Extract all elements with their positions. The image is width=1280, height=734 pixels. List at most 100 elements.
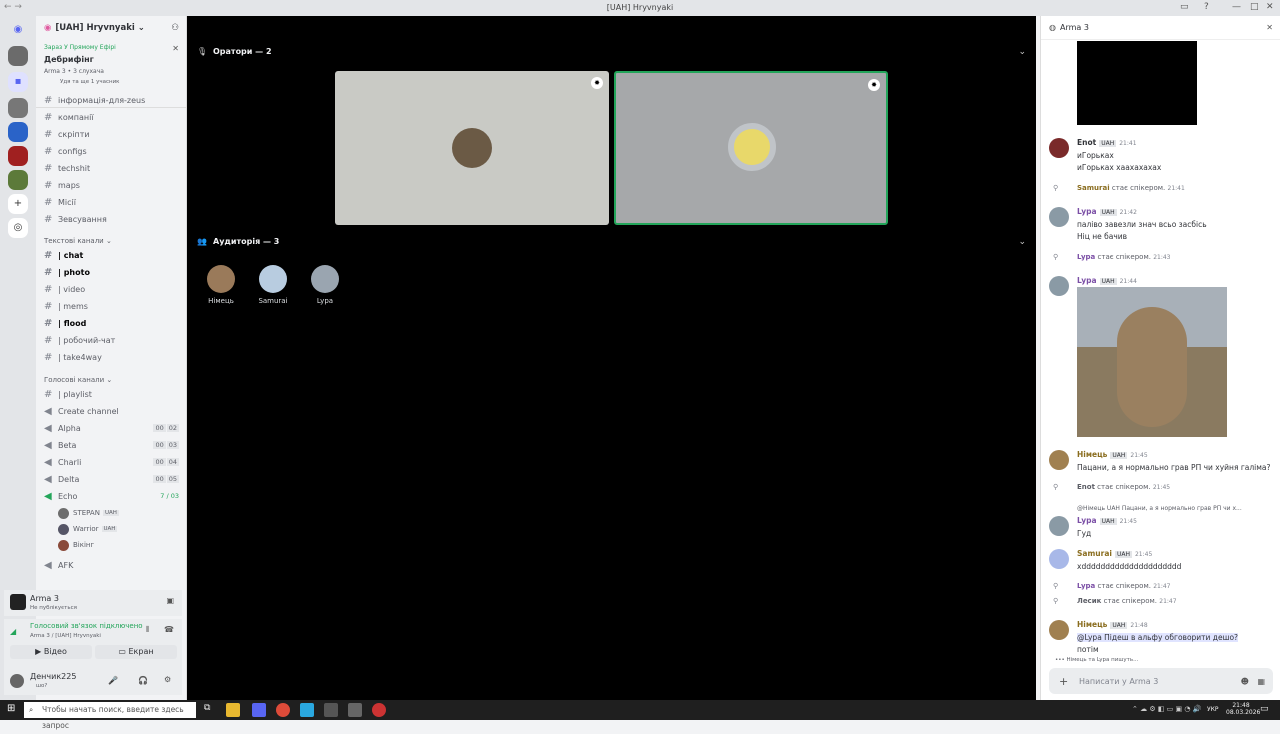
- chevron-down-icon[interactable]: ⌄: [1018, 47, 1026, 57]
- language-indicator[interactable]: УКР: [1207, 706, 1219, 713]
- text-channel-work[interactable]: # | робочий-чат: [40, 332, 183, 348]
- activity-panel: Arma 3 Не публікується ▣: [4, 590, 182, 616]
- chrome-icon[interactable]: [276, 703, 290, 717]
- channel-item[interactable]: # Місії: [40, 194, 183, 210]
- plus-icon[interactable]: +: [1059, 675, 1068, 688]
- hash-icon: #: [44, 213, 53, 225]
- disconnect-icon[interactable]: ☎: [164, 625, 174, 634]
- channel-item[interactable]: # configs: [40, 143, 183, 159]
- avatar[interactable]: [10, 674, 24, 688]
- audience-member[interactable]: Samurai: [253, 265, 293, 305]
- stage-meta: Arma 3 • 3 слухача: [44, 68, 104, 75]
- text-category[interactable]: Текстові канали ⌄: [44, 237, 112, 245]
- inbox-icon[interactable]: ▭: [1180, 2, 1189, 12]
- close-button[interactable]: ✕: [1266, 2, 1274, 12]
- maximize-button[interactable]: □: [1250, 2, 1259, 12]
- signal-icon: ◢: [10, 627, 17, 636]
- file-explorer-icon[interactable]: [226, 703, 240, 717]
- avatar[interactable]: [1049, 516, 1069, 536]
- moderator-icon: ✸: [868, 79, 880, 91]
- chevron-down-icon[interactable]: ⌄: [1018, 237, 1026, 247]
- stream-icon[interactable]: ▣: [166, 596, 174, 605]
- app-icon[interactable]: [348, 703, 362, 717]
- avatar[interactable]: [1049, 549, 1069, 569]
- notification-icon[interactable]: ▭: [1260, 704, 1269, 714]
- apps-icon[interactable]: ▦: [1257, 677, 1265, 686]
- discover-icon[interactable]: ◎: [8, 218, 28, 238]
- voice-category[interactable]: Голосові канали ⌄: [44, 376, 112, 384]
- image-attachment[interactable]: [1077, 41, 1197, 125]
- voice-channel-delta[interactable]: ◀ Delta 00 05: [40, 471, 183, 487]
- avatar[interactable]: [1049, 620, 1069, 640]
- help-icon[interactable]: ?: [1204, 2, 1209, 12]
- text-channel-flood[interactable]: # | flood: [40, 315, 183, 331]
- voice-channel-charli[interactable]: ◀ Charli 00 04: [40, 454, 183, 470]
- headphones-icon[interactable]: 🎧: [138, 676, 148, 685]
- server-icon[interactable]: [8, 46, 28, 66]
- add-server-icon[interactable]: +: [8, 194, 28, 214]
- task-view-icon[interactable]: ⧉: [204, 703, 210, 713]
- hash-icon: #: [44, 94, 53, 106]
- noise-suppression-icon[interactable]: ⦀: [146, 625, 150, 635]
- channel-item[interactable]: # скріпти: [40, 126, 183, 142]
- voice-channel-alpha[interactable]: ◀ Alpha 00 02: [40, 420, 183, 436]
- hash-icon: #: [44, 388, 53, 400]
- emoji-icon[interactable]: ☻: [1241, 677, 1249, 686]
- clock[interactable]: 21:48 08.03.2026: [1226, 702, 1260, 716]
- text-channel-photo[interactable]: # | photo: [40, 264, 183, 280]
- voice-channel-afk[interactable]: ◀ AFK: [40, 557, 183, 573]
- voice-channel-beta[interactable]: ◀ Beta 00 03: [40, 437, 183, 453]
- app-icon[interactable]: [300, 703, 314, 717]
- close-icon[interactable]: ✕: [1266, 23, 1273, 32]
- discord-home-icon[interactable]: ◉: [8, 20, 28, 40]
- game-icon: [10, 594, 26, 610]
- speaker-tile[interactable]: ✸: [335, 71, 609, 225]
- voice-channel-create[interactable]: ◀ Create channel: [40, 403, 183, 419]
- voice-user[interactable]: STEPAN UAH: [58, 506, 119, 520]
- invite-icon[interactable]: ⚇: [171, 23, 179, 33]
- tray-icons[interactable]: ⌃ ☁ ⚙ ◧ ▭ ▣ ◔ 🔊: [1132, 705, 1201, 713]
- taskbar-search[interactable]: ⌕ Чтобы начать поиск, введите здесь запро…: [24, 702, 196, 730]
- message-input[interactable]: + Написати у Arma 3 ☻ ▦: [1049, 668, 1273, 694]
- screen-share-button[interactable]: ▭ Екран: [95, 645, 177, 659]
- voice-channel-playlist[interactable]: # | playlist: [40, 386, 183, 402]
- app-icon[interactable]: [372, 703, 386, 717]
- title-bar: ← → [UAH] Hryvnyaki ▭ ? — □ ✕: [0, 0, 1280, 16]
- audience-member[interactable]: Німець: [201, 265, 241, 305]
- voice-user[interactable]: Вікінг: [58, 538, 94, 552]
- server-icon[interactable]: [8, 170, 28, 190]
- guild-header[interactable]: ◉ [UAH] Hryvnyaki ⌄ ⚇: [36, 16, 187, 40]
- monkey-image-attachment[interactable]: [1077, 287, 1227, 437]
- close-icon[interactable]: ✕: [172, 44, 179, 53]
- avatar[interactable]: [1049, 207, 1069, 227]
- reply-preview[interactable]: @Німець UAH Пацани, а я нормально грав Р…: [1077, 505, 1242, 512]
- folder-icon[interactable]: ▪: [8, 72, 28, 92]
- text-channel-video[interactable]: # | video: [40, 281, 183, 297]
- channel-item[interactable]: # Зевсування: [40, 211, 183, 227]
- discord-taskbar-icon[interactable]: [252, 703, 266, 717]
- channel-item[interactable]: # інформація-для-zeus: [40, 92, 183, 108]
- avatar[interactable]: [1049, 450, 1069, 470]
- audience-member[interactable]: Lypa: [305, 265, 345, 305]
- voice-channel-echo[interactable]: ◀ Echo 7 / 03: [40, 488, 183, 504]
- avatar[interactable]: [1049, 138, 1069, 158]
- voice-user[interactable]: Warrior UAH: [58, 522, 118, 536]
- app-icon[interactable]: [324, 703, 338, 717]
- text-channel-mems[interactable]: # | mems: [40, 298, 183, 314]
- speaker-join-icon: ⚲: [1053, 253, 1059, 261]
- microphone-icon[interactable]: 🎤: [108, 676, 118, 685]
- speaker-tile[interactable]: ✸: [614, 71, 888, 225]
- avatar[interactable]: [1049, 276, 1069, 296]
- channel-item[interactable]: # maps: [40, 177, 183, 193]
- gear-icon[interactable]: ⚙: [164, 675, 171, 684]
- server-icon[interactable]: [8, 146, 28, 166]
- server-icon[interactable]: [8, 98, 28, 118]
- server-icon[interactable]: [8, 122, 28, 142]
- video-button[interactable]: ▶ Відео: [10, 645, 92, 659]
- windows-start-icon[interactable]: ⊞: [7, 703, 15, 714]
- channel-item[interactable]: # компанії: [40, 109, 183, 125]
- text-channel-take4way[interactable]: # | take4way: [40, 349, 183, 365]
- channel-item[interactable]: # techshit: [40, 160, 183, 176]
- minimize-button[interactable]: —: [1232, 2, 1241, 12]
- text-channel-chat[interactable]: # | chat: [40, 247, 183, 263]
